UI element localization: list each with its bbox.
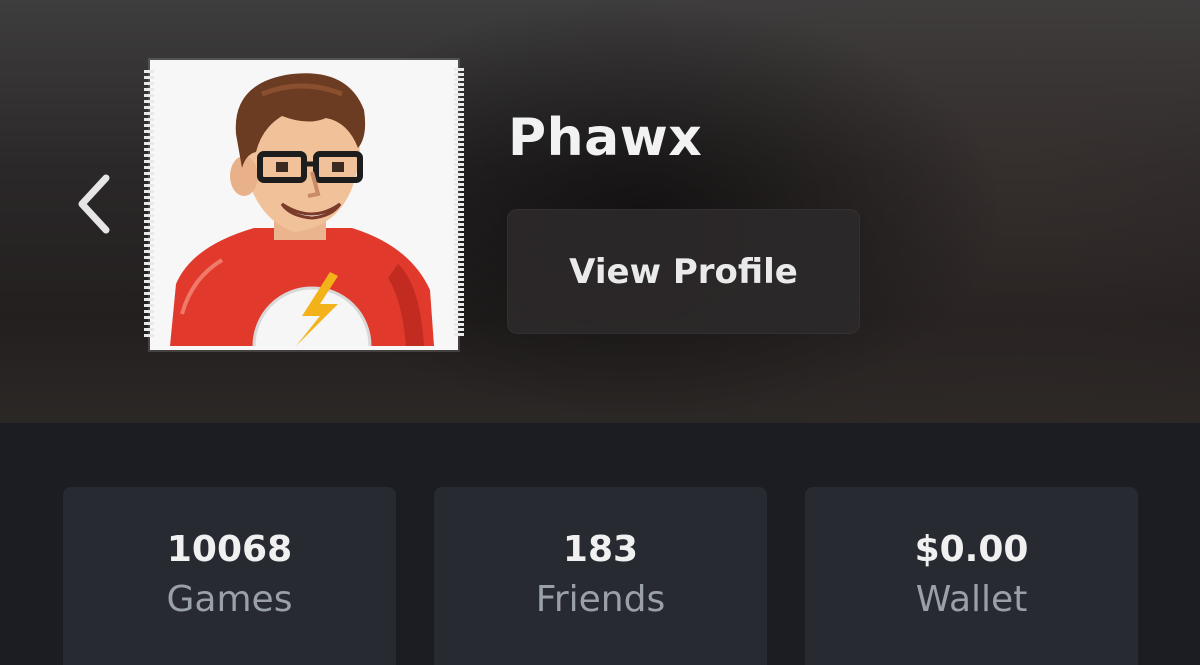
- avatar[interactable]: [144, 60, 464, 350]
- profile-header: Phawx View Profile: [0, 0, 1200, 423]
- stat-card-wallet[interactable]: $0.00 Wallet: [805, 487, 1138, 665]
- avatar-image: [170, 73, 434, 346]
- stat-value: 183: [562, 529, 639, 570]
- profile-screen: Phawx View Profile 10068 Games 183 Frien…: [0, 0, 1200, 665]
- stats-bar: 10068 Games 183 Friends $0.00 Wallet: [0, 423, 1200, 665]
- username: Phawx: [508, 108, 703, 168]
- avatar-frame-edge: [454, 68, 464, 336]
- stat-label: Wallet: [915, 579, 1028, 620]
- stat-card-games[interactable]: 10068 Games: [63, 487, 396, 665]
- stat-value: $0.00: [914, 529, 1029, 570]
- stat-label: Games: [166, 579, 293, 620]
- stat-card-friends[interactable]: 183 Friends: [434, 487, 767, 665]
- stat-value: 10068: [166, 529, 293, 570]
- stat-label: Friends: [535, 579, 666, 620]
- avatar-frame-edge: [144, 70, 154, 340]
- chevron-left-icon: [78, 174, 110, 234]
- view-profile-button[interactable]: View Profile: [507, 209, 860, 334]
- back-button[interactable]: [62, 160, 126, 248]
